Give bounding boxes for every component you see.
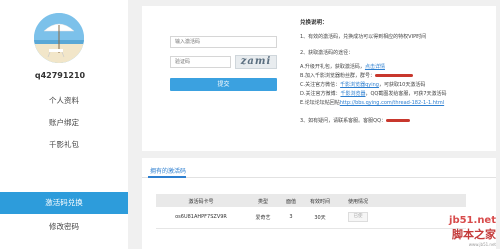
codes-card: 拥有的激活码 激活码卡号 类型 面值 有效时间 使用情况 os6U81AHPF7…: [142, 158, 496, 249]
method-b: B.加入千影浏览器粉丝群，群号：: [300, 72, 414, 79]
username: q42791210: [34, 71, 86, 80]
sidebar-item-profile[interactable]: 个人资料: [0, 90, 128, 112]
sidebar-item-code-redeem[interactable]: 激活码兑换: [0, 192, 128, 214]
cell-code: os6U81AHPF7SZV9R: [175, 214, 227, 220]
avatar[interactable]: [34, 13, 84, 63]
cell-value: 3: [289, 214, 293, 220]
col-header-duration: 有效时间: [309, 199, 330, 205]
method-d: D.关注官方微博：千影浏览器，QQ截图发给客服，可获7天激活码: [300, 90, 447, 97]
method-d-link[interactable]: 千影浏览器: [340, 91, 365, 97]
cell-duration: 30天: [314, 215, 326, 221]
instruction-line-2: 2、获取激活码的途径：: [300, 50, 354, 56]
redacted-mark: [375, 74, 414, 77]
method-e-text: E.论坛论坛帖回帖: [300, 100, 340, 106]
tab-owned-codes[interactable]: 拥有的激活码: [150, 166, 186, 175]
sidebar-item-change-password[interactable]: 修改密码: [0, 216, 128, 238]
watermark: jb51.net 脚本之家 www.jb51.net: [449, 215, 496, 247]
instruction-line-3-text: 3、如有疑问，请联系客服。客服QQ：: [300, 118, 387, 124]
instruction-line-1: 1、有效的激活码，兑换成功可以得到相应的特权VIP时间: [300, 34, 427, 40]
method-e-link[interactable]: http://bbs.qying.com/thread-182-1-1.html: [340, 100, 444, 106]
instruction-line-3: 3、如有疑问，请联系客服。客服QQ：: [300, 117, 411, 124]
method-c-link[interactable]: 千影浏览器qying: [340, 82, 379, 88]
redeem-card: zami 提交 兑换说明： 1、有效的激活码，兑换成功可以得到相应的特权VIP时…: [142, 6, 496, 151]
cell-type: 爱奇艺: [255, 215, 271, 221]
sidebar-item-gift-pack[interactable]: 千影礼包: [0, 134, 128, 156]
method-a: A.升级开礼包，获取激活码，点击详情: [300, 63, 385, 70]
method-c-text: C.关注官方微信：: [300, 82, 341, 88]
captcha-image[interactable]: zami: [235, 55, 277, 69]
table-row-divider: [156, 228, 466, 229]
col-header-code: 激活码卡号: [188, 199, 214, 205]
method-e: E.论坛论坛帖回帖http://bbs.qying.com/thread-182…: [300, 99, 444, 106]
use-status-button[interactable]: 已使: [348, 212, 368, 222]
method-c: C.关注官方微信：千影浏览器qying，可获取10天激活码: [300, 81, 425, 88]
sidebar: q42791210 个人资料 账户绑定 千影礼包 激活码兑换 修改密码: [0, 0, 128, 249]
method-a-text: A.升级开礼包，获取激活码，: [300, 64, 365, 70]
sidebar-item-account-binding[interactable]: 账户绑定: [0, 112, 128, 134]
beach-umbrella-icon: [34, 13, 84, 63]
watermark-brand: 脚本之家: [452, 228, 496, 241]
verify-code-input[interactable]: [170, 56, 231, 68]
method-d-text: D.关注官方微博：: [300, 91, 341, 97]
watermark-url: www.jb51.net: [468, 242, 496, 247]
method-d-suffix: ，QQ截图发给客服，可获7天激活码: [365, 91, 447, 97]
instructions-title: 兑换说明：: [300, 20, 328, 26]
redacted-mark: [386, 119, 411, 122]
method-a-link[interactable]: 点击详情: [365, 64, 385, 70]
watermark-site: jb51.net: [449, 215, 496, 226]
tab-divider: [142, 177, 496, 178]
col-header-status: 使用情况: [347, 199, 368, 205]
method-c-suffix: ，可获取10天激活码: [378, 82, 426, 88]
method-b-text: B.加入千影浏览器粉丝群，群号：: [300, 73, 376, 79]
activation-code-input[interactable]: [170, 36, 277, 48]
submit-button[interactable]: 提交: [170, 78, 277, 91]
col-header-type: 类型: [257, 199, 268, 205]
col-header-value: 面值: [285, 199, 296, 205]
tab-active-indicator: [148, 176, 186, 178]
